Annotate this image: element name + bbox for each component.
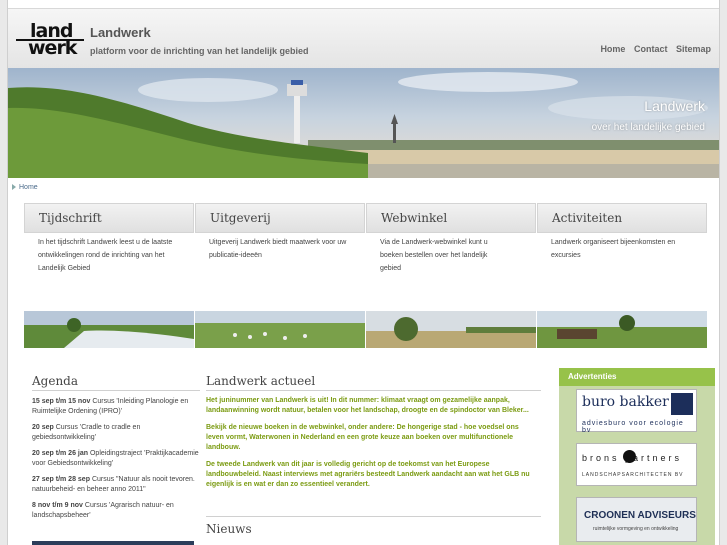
header: land werk Landwerk platform voor de inri… (8, 8, 719, 69)
brons-partners-logo-icon (623, 450, 636, 463)
actueel-item[interactable]: Bekijk de nieuwe boeken in de webwinkel,… (206, 423, 536, 453)
advertenties-panel: Advertenties buro bakker adviesburo voor… (559, 368, 715, 545)
top-navigation: Home Contact Sitemap (594, 44, 711, 54)
ad-tagline: ruimtelijke vormgeving en ontwikkeling (593, 526, 679, 532)
hero-subtitle: over het landelijke gebied (591, 122, 705, 133)
section-description-uitgeverij: Uitgeverij Landwerk biedt maatwerk voor … (209, 239, 347, 259)
thumbnail-tijdschrift-image[interactable] (24, 311, 194, 348)
section-tabs: Tijdschrift Uitgeverij Webwinkel Activit… (24, 203, 707, 233)
agenda-item[interactable]: 15 sep t/m 15 nov Cursus 'Inleiding Plan… (32, 397, 200, 417)
breadcrumb-arrow-icon (12, 184, 16, 191)
ad-tagline: adviesburo voor ecologie bv (582, 420, 684, 434)
actueel-divider (206, 390, 541, 391)
site-logo[interactable]: land werk (16, 22, 84, 59)
agenda-item-date: 20 sep t/m 26 jan (32, 450, 89, 457)
site-tagline: platform voor de inrichting van het land… (90, 46, 309, 56)
actueel-item[interactable]: De tweede Landwerk van dit jaar is volle… (206, 460, 536, 490)
section-description-activiteiten: Landwerk organiseert bijeenkomsten en ex… (551, 239, 676, 259)
actueel-heading: Landwerk actueel (206, 374, 316, 388)
thumbnail-uitgeverij-image[interactable] (195, 311, 365, 348)
breadcrumb-home-link[interactable]: Home (19, 184, 38, 191)
tab-label: Webwinkel (381, 211, 448, 225)
ad-croonen-adviseurs[interactable]: CROONEN ADVISEURS ruimtelijke vormgeving… (576, 497, 697, 542)
thumbnail-activiteiten-image[interactable] (537, 311, 707, 348)
agenda-item[interactable]: 20 sep Cursus 'Cradle to cradle en gebie… (32, 423, 200, 443)
agenda-divider (32, 390, 200, 391)
nav-contact-link[interactable]: Contact (634, 44, 668, 54)
logo-text-bottom: werk (28, 37, 77, 59)
tab-label: Tijdschrift (39, 211, 102, 225)
tab-label: Activiteiten (552, 211, 623, 225)
actueel-item[interactable]: Het juninummer van Landwerk is uit! In d… (206, 396, 536, 416)
section-description-webwinkel: Via de Landwerk-webwinkel kunt u boeken … (380, 239, 488, 272)
nav-home-link[interactable]: Home (600, 44, 625, 54)
page: land werk Landwerk platform voor de inri… (7, 0, 720, 545)
agenda-item-date: 15 sep t/m 15 nov (32, 398, 91, 405)
hero-banner: Landwerk over het landelijke gebied (8, 68, 719, 178)
advertenties-title: Advertenties (568, 372, 617, 381)
top-bar (8, 0, 719, 8)
hero-title: Landwerk (644, 98, 705, 114)
site-title[interactable]: Landwerk (90, 25, 151, 40)
advertenties-header: Advertenties (559, 368, 715, 386)
actueel-list: Het juninummer van Landwerk is uit! In d… (206, 396, 536, 497)
buro-bakker-logo-icon (671, 393, 693, 415)
tab-uitgeverij[interactable]: Uitgeverij (195, 203, 365, 233)
agenda-item[interactable]: 8 nov t/m 9 nov Cursus 'Agrarisch natuur… (32, 501, 200, 521)
agenda-list: 15 sep t/m 15 nov Cursus 'Inleiding Plan… (32, 397, 200, 527)
nieuws-heading: Nieuws (206, 522, 252, 536)
section-description-tijdschrift: In het tijdschrift Landwerk leest u de l… (38, 239, 173, 272)
tab-activiteiten[interactable]: Activiteiten (537, 203, 707, 233)
nav-sitemap-link[interactable]: Sitemap (676, 44, 711, 54)
agenda-item[interactable]: 27 sep t/m 28 sep Cursus "Natuur als noo… (32, 475, 200, 495)
tab-tijdschrift[interactable]: Tijdschrift (24, 203, 194, 233)
breadcrumb: Home (12, 184, 38, 191)
thumbnail-webwinkel-image[interactable] (366, 311, 536, 348)
ad-tagline: LANDSCHAPSARCHITECTEN BV (582, 472, 684, 478)
ad-name: buro bakker (582, 394, 669, 410)
tab-label: Uitgeverij (210, 211, 271, 225)
section-thumbnails (24, 311, 707, 348)
agenda-heading: Agenda (32, 374, 79, 388)
agenda-item-date: 8 nov t/m 9 nov (32, 502, 83, 509)
ad-brons-partners[interactable]: brons partners LANDSCHAPSARCHITECTEN BV (576, 443, 697, 486)
ad-name: CROONEN ADVISEURS (584, 510, 696, 521)
agenda-item-date: 27 sep t/m 28 sep (32, 476, 90, 483)
agenda-item-date: 20 sep (32, 424, 54, 431)
tab-webwinkel[interactable]: Webwinkel (366, 203, 536, 233)
nieuws-divider (206, 516, 541, 517)
ad-buro-bakker[interactable]: buro bakker adviesburo voor ecologie bv (576, 389, 697, 434)
agenda-item[interactable]: 20 sep t/m 26 jan Opleidingstraject 'Pra… (32, 449, 200, 469)
agenda-bottom-bar (32, 541, 194, 545)
